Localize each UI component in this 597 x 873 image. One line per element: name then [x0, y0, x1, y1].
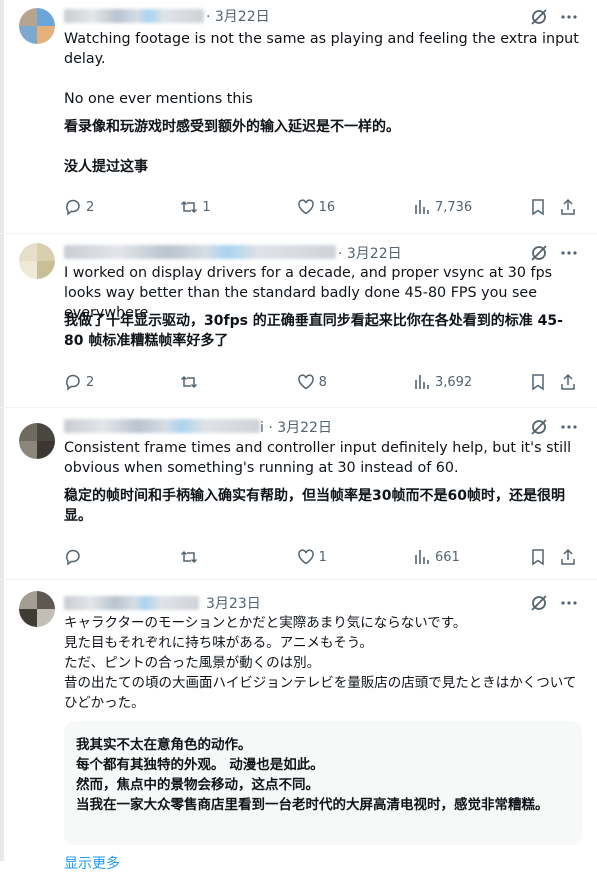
tweet-date[interactable]: · 3月22日 [206, 6, 270, 26]
grok-icon[interactable] [529, 417, 549, 437]
tweet-3[interactable]: i · 3月22日 Consistent frame times and con… [0, 407, 597, 580]
tweet-text: Watching footage is not the same as play… [64, 31, 579, 107]
retweet-button[interactable] [180, 548, 296, 566]
retweet-button[interactable]: 1 [180, 198, 296, 216]
bookmark-button[interactable] [529, 548, 559, 566]
tweet-4[interactable]: 3月23日 キャラクターのモーションとかだと実際あまり気にならないです。 見た目… [0, 579, 597, 872]
translation-text: 我做了十年显示驱动，30fps 的正确垂直同步看起来比你在各处看到的标准 45-… [64, 313, 563, 349]
translation-text: 我其实不太在意角色的动作。 每个都有其独特的外观。 动漫也是如此。 然而，焦点中… [76, 737, 549, 813]
views-icon [415, 375, 429, 389]
share-button[interactable] [559, 198, 579, 216]
views-button[interactable]: 3,692 [413, 373, 529, 391]
share-icon [561, 548, 575, 565]
avatar[interactable] [19, 8, 55, 44]
more-icon[interactable] [559, 417, 579, 437]
grok-icon[interactable] [529, 7, 549, 27]
reply-button[interactable]: 2 [64, 373, 180, 391]
reply-icon [66, 199, 80, 216]
bookmark-button[interactable] [529, 198, 559, 216]
heart-icon [297, 549, 314, 565]
retweet-count: 1 [202, 199, 211, 215]
tweet-text: キャラクターのモーションとかだと実際あまり気にならないです。 見た目もそれぞれに… [64, 615, 577, 711]
author-name-blurred[interactable] [64, 596, 199, 610]
show-more-link[interactable]: 显示更多 [64, 853, 120, 873]
retweet-icon [181, 550, 198, 564]
views-icon [415, 550, 429, 564]
reply-button[interactable] [64, 548, 180, 566]
views-icon [415, 200, 429, 214]
more-icon[interactable] [559, 243, 579, 263]
translation-text: 稳定的帧时间和手柄输入确实有帮助，但当帧率是30帧而不是60帧时，还是很明显。 [64, 488, 565, 524]
reply-icon [66, 549, 80, 566]
tweet-date[interactable]: i · 3月22日 [260, 417, 332, 437]
bookmark-icon [532, 199, 545, 216]
bookmark-button[interactable] [529, 373, 559, 391]
tweet-2[interactable]: · 3月22日 I worked on display drivers for … [0, 233, 597, 408]
like-button[interactable]: 8 [297, 373, 413, 391]
reply-icon [66, 374, 80, 391]
more-icon[interactable] [559, 593, 579, 613]
tweet-date[interactable]: 3月23日 [206, 593, 261, 613]
view-count: 7,736 [434, 199, 473, 215]
like-count: 8 [318, 374, 327, 390]
like-count: 1 [318, 549, 327, 565]
author-name-blurred[interactable] [64, 419, 260, 433]
bookmark-icon [532, 549, 545, 566]
grok-icon[interactable] [529, 593, 549, 613]
reply-count: 2 [86, 199, 95, 215]
view-count: 661 [434, 549, 460, 565]
avatar[interactable] [19, 243, 55, 279]
retweet-icon [181, 375, 198, 389]
share-button[interactable] [559, 548, 579, 566]
reply-count: 2 [86, 374, 95, 390]
tweet-text: Consistent frame times and controller in… [64, 440, 576, 476]
retweet-icon [181, 200, 198, 214]
views-button[interactable]: 661 [413, 548, 529, 566]
retweet-button[interactable] [180, 373, 296, 391]
reply-button[interactable]: 2 [64, 198, 180, 216]
share-icon [561, 198, 575, 215]
like-count: 16 [318, 199, 336, 215]
share-icon [561, 373, 575, 390]
author-name-blurred[interactable] [64, 9, 204, 23]
tweet-1[interactable]: · 3月22日 Watching footage is not the same… [0, 0, 597, 234]
view-count: 3,692 [434, 374, 473, 390]
avatar[interactable] [19, 423, 55, 459]
heart-icon [297, 374, 314, 390]
bookmark-icon [532, 374, 545, 391]
like-button[interactable]: 16 [297, 198, 413, 216]
grok-icon[interactable] [529, 243, 549, 263]
heart-icon [297, 199, 314, 215]
share-button[interactable] [559, 373, 579, 391]
more-icon[interactable] [559, 7, 579, 27]
translation-text: 看录像和玩游戏时感受到额外的输入延迟是不一样的。 没人提过这事 [64, 119, 400, 175]
author-name-blurred[interactable] [64, 245, 336, 259]
views-button[interactable]: 7,736 [413, 198, 529, 216]
tweet-date[interactable]: · 3月22日 [338, 243, 402, 263]
avatar[interactable] [19, 591, 55, 627]
like-button[interactable]: 1 [297, 548, 413, 566]
translation-box: 我其实不太在意角色的动作。 每个都有其独特的外观。 动漫也是如此。 然而，焦点中… [64, 721, 582, 845]
